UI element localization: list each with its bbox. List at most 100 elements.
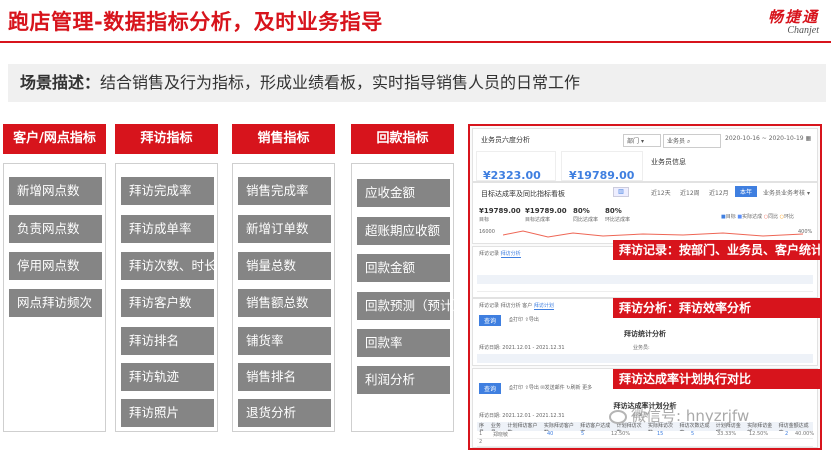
plan-print-button[interactable]: 打印 xyxy=(513,385,523,391)
table-row xyxy=(477,284,813,292)
staff-select-label: 业务员 xyxy=(667,138,686,145)
screenshot-panel: 业务员六度分析 部门 ▾ 业务员 ⌕ 2020-10-16 ~ 2020-10-… xyxy=(468,124,822,450)
legend-item: 同比 xyxy=(768,214,779,220)
cell: 33.33% xyxy=(717,431,737,437)
tab-customer[interactable]: 客户 xyxy=(522,303,532,309)
analysis-title: 拜访统计分析 xyxy=(624,330,666,338)
axis-tick-label: 16000 xyxy=(479,229,495,235)
column-head: 拜访指标 xyxy=(115,124,218,154)
dept-select[interactable]: 部门 ▾ xyxy=(623,134,661,147)
column-head: 回款指标 xyxy=(351,124,454,154)
plan-query-button[interactable]: 查询 xyxy=(479,383,502,394)
metric-item: 拜访轨迹 xyxy=(121,363,214,391)
analysis-staff-filter: 业务员: xyxy=(633,345,650,351)
metric-item: 拜访次数、时长 xyxy=(121,252,217,280)
cell: 12.50% xyxy=(611,431,631,437)
watermark: 微信号: hnyzrjfw xyxy=(609,405,749,426)
search-icon: ⌕ xyxy=(686,138,691,145)
callout-plan-compare: 拜访达成率计划执行对比 xyxy=(613,369,820,389)
callout-visit-records: 拜访记录：按部门、业务员、客户统计 xyxy=(613,240,820,260)
trend-line xyxy=(503,230,803,238)
tab-visit-record[interactable]: 拜访记录 xyxy=(479,251,499,257)
tab-visit-analysis[interactable]: 拜访分析 xyxy=(500,251,521,258)
table-row: 2 xyxy=(477,439,813,447)
col-header: 业务员 xyxy=(490,423,501,431)
metric-item: 新增网点数 xyxy=(9,177,102,205)
metric-item: 拜访完成率 xyxy=(121,177,214,205)
scene-text: 结合销售及行为指标，形成业绩看板，实时指导销售人员的日常工作 xyxy=(100,73,581,92)
col-header: 实际拜访客户数 xyxy=(543,423,574,431)
target-rate-value: ¥19789.00 xyxy=(525,207,567,215)
tab-12-weeks[interactable]: 近12周 xyxy=(680,188,700,197)
legend-item: 目标 xyxy=(725,214,736,220)
table-row: 1 郑晓敏 40 5 12.50% 15 5 33.33% 12.50% 2 4… xyxy=(477,431,815,439)
column-box: 销售完成率 新增订单数 销量总数 销售额总数 铺货率 销售排名 退货分析 xyxy=(232,163,335,432)
target-label: 目标 xyxy=(479,217,490,223)
metric-item: 网点拜访频次 xyxy=(9,289,102,317)
mom-rate-value: 80% xyxy=(605,207,622,215)
logo-cn: 畅捷通 xyxy=(767,8,819,26)
watermark-text: 微信号: hnyzrjfw xyxy=(631,407,750,425)
ss1-title: 业务员六度分析 xyxy=(481,136,530,144)
table-header xyxy=(477,275,813,284)
tab-12-days[interactable]: 近12天 xyxy=(651,188,671,197)
tab-this-year[interactable]: 本年 xyxy=(735,186,758,197)
wechat-icon xyxy=(609,409,627,424)
tab-visit-analysis[interactable]: 拜访分析 xyxy=(501,303,521,309)
staff-select[interactable]: 业务员 ⌕ xyxy=(663,134,721,148)
metric-item: 销售排名 xyxy=(238,363,331,391)
metric-item: 停用网点数 xyxy=(9,252,102,280)
metric-item: 利润分析 xyxy=(357,366,450,394)
cell: 2 xyxy=(479,439,483,445)
calendar-icon: ▦ xyxy=(805,135,812,142)
query-button[interactable]: 查询 xyxy=(479,315,502,326)
metric-item: 铺货率 xyxy=(238,327,331,355)
tab-visit-plan[interactable]: 拜访计划 xyxy=(533,303,554,310)
metric-item: 销量总数 xyxy=(238,252,331,280)
column-head: 客户/网点指标 xyxy=(3,124,106,154)
metric-item: 销售完成率 xyxy=(238,177,331,205)
metric-item: 退货分析 xyxy=(238,399,331,427)
cell: 40.00% xyxy=(795,431,815,437)
title-divider xyxy=(0,41,831,43)
chevron-down-icon: ▾ xyxy=(806,190,810,197)
col-header: 序号 xyxy=(479,423,485,431)
metric-item: 应收金额 xyxy=(357,179,450,207)
tab-visit-record[interactable]: 拜访记录 xyxy=(479,303,499,309)
plan-refresh-button[interactable]: 刷新 xyxy=(570,385,580,391)
export-button[interactable]: 导出 xyxy=(529,317,539,323)
page-title: 跑店管理-数据指标分析，及时业务指导 xyxy=(8,10,383,34)
staff-assessment-select[interactable]: 业务员业务考核 ▾ xyxy=(763,188,810,197)
metric-item: 回款金额 xyxy=(357,254,450,282)
date-range[interactable]: 2020-10-16 ~ 2020-10-19 ▦ xyxy=(725,135,811,142)
metric-item: 回款率 xyxy=(357,329,450,357)
plan-daterange: 拜访日期: 2021.12.01 - 2021.12.31 xyxy=(479,413,565,419)
cell: 40 xyxy=(547,431,554,437)
metric-item: 新增订单数 xyxy=(238,215,331,243)
cell: 1 xyxy=(479,431,483,437)
tab-12-months[interactable]: 近12月 xyxy=(709,188,729,197)
print-button[interactable]: 打印 xyxy=(513,317,523,323)
plan-more-button[interactable]: 更多 xyxy=(582,385,592,391)
col-header: 拜访金额达成率 xyxy=(778,423,809,431)
metric-item: 销售额总数 xyxy=(238,289,331,317)
col-header: 计划拜访客户数 xyxy=(507,423,538,431)
amount-value: ¥19789.00 xyxy=(569,169,635,182)
metric-item: 拜访客户数 xyxy=(121,289,214,317)
plan-export-button[interactable]: 导出 xyxy=(529,385,539,391)
column-visit: 拜访指标 拜访完成率 拜访成单率 拜访次数、时长 拜访客户数 拜访排名 拜访轨迹… xyxy=(115,124,218,432)
legend-item: 环比 xyxy=(784,214,795,220)
metric-item: 超账期应收额 xyxy=(357,217,450,245)
target-board-screenshot: 目标达成率及同比指标看板 ▥ 近12天 近12周 近12月 本年 业务员业务考核… xyxy=(472,182,818,244)
cell: 5 xyxy=(691,431,695,437)
column-sales: 销售指标 销售完成率 新增订单数 销量总数 销售额总数 铺货率 销售排名 退货分… xyxy=(232,124,335,432)
scene-label: 场景描述： xyxy=(20,73,101,92)
chart-toggle-icon[interactable]: ▥ xyxy=(613,187,629,197)
yoy-rate-value: 80% xyxy=(573,207,590,215)
cell: 15 xyxy=(657,431,664,437)
table-header xyxy=(477,354,813,363)
column-box: 拜访完成率 拜访成单率 拜访次数、时长 拜访客户数 拜访排名 拜访轨迹 拜访照片 xyxy=(115,163,218,432)
analysis-tabs: 拜访记录 拜访分析 客户 拜访计划 xyxy=(479,302,554,310)
plan-send-button[interactable]: 发送邮件 xyxy=(545,385,565,391)
cell: 2 xyxy=(785,431,789,437)
